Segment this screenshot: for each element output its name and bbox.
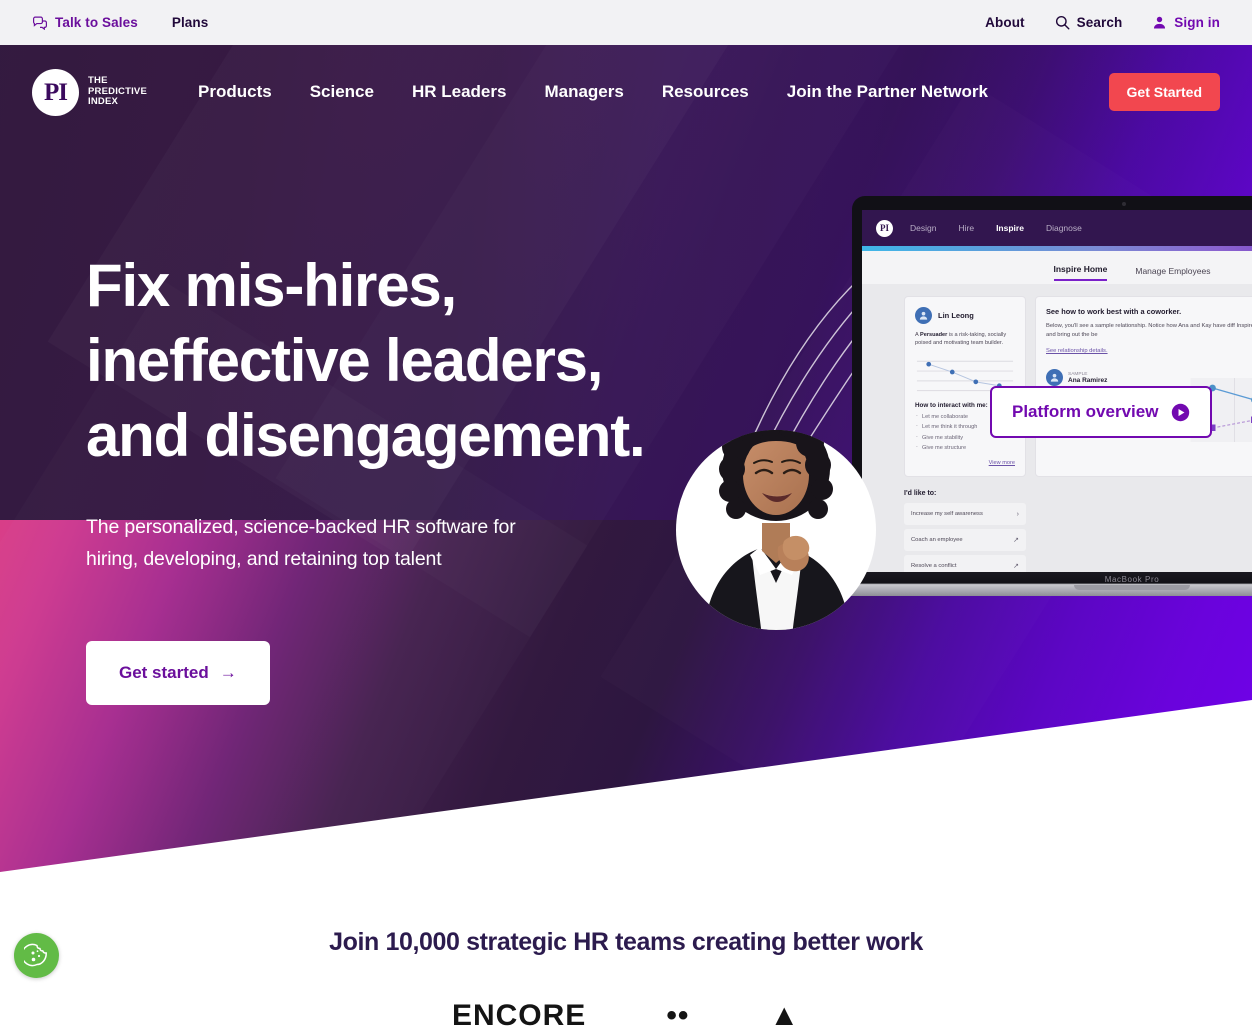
cookie-consent-button[interactable]: [14, 933, 59, 978]
hero-copy: Fix mis-hires, ineffective leaders, and …: [86, 248, 726, 705]
nav-item-managers[interactable]: Managers: [525, 72, 642, 112]
nav-item-hr-leaders[interactable]: HR Leaders: [393, 72, 525, 112]
coworker-paragraph: Below, you'll see a sample relationship.…: [1046, 322, 1252, 339]
action-label: Increase my self awareness: [911, 511, 983, 517]
sign-in-link[interactable]: Sign in: [1152, 15, 1220, 30]
interact-item: Give me structure: [915, 445, 1015, 451]
search-link[interactable]: Search: [1055, 15, 1123, 30]
logo-line-1: THE: [88, 75, 108, 86]
laptop-camera-icon: [1122, 202, 1126, 206]
action-item[interactable]: Coach an employee ↗: [904, 529, 1026, 551]
arrow-right-icon: →: [220, 663, 237, 683]
logo-wordmark: THE PREDICTIVE INDEX: [88, 76, 147, 108]
utility-left-links: Talk to Sales Plans: [0, 15, 208, 30]
app-tab-inspire[interactable]: Inspire: [996, 223, 1024, 233]
nav-item-products[interactable]: Products: [179, 72, 291, 112]
search-label: Search: [1077, 15, 1123, 30]
plans-link[interactable]: Plans: [172, 15, 209, 30]
site-logo[interactable]: PI THE PREDICTIVE INDEX: [32, 69, 147, 116]
external-link-icon: ↗: [1013, 562, 1019, 570]
play-circle-icon: [1171, 403, 1190, 422]
app-sub-tabs: Inspire Home Manage Employees: [862, 251, 1252, 284]
page-title: Fix mis-hires, ineffective leaders, and …: [86, 248, 726, 473]
laptop-device-label: MacBook Pro: [852, 575, 1252, 584]
app-logo-icon: PI: [876, 220, 893, 237]
logo-line-3: INDEX: [88, 96, 118, 107]
hero-subtitle-line-1: The personalized, science-backed HR soft…: [86, 516, 516, 538]
profile-name-row: Lin Leong: [915, 307, 1015, 324]
hero-title-line-1: Fix mis-hires,: [86, 248, 726, 323]
user-icon: [1152, 15, 1167, 30]
talk-to-sales-link[interactable]: Talk to Sales: [32, 15, 138, 30]
nav-item-science[interactable]: Science: [291, 72, 393, 112]
logo-line-2: PREDICTIVE: [88, 86, 147, 97]
hero-subtitle: The personalized, science-backed HR soft…: [86, 511, 596, 575]
nav-item-resources[interactable]: Resources: [643, 72, 768, 112]
sign-in-label: Sign in: [1174, 15, 1220, 30]
view-more-link[interactable]: View more: [915, 460, 1015, 466]
about-link[interactable]: About: [985, 15, 1024, 30]
customer-logo: ENCORE: [452, 999, 586, 1033]
logo-circle-icon: PI: [32, 69, 79, 116]
cookie-icon: [24, 943, 50, 969]
app-tab-diagnose[interactable]: Diagnose: [1046, 223, 1082, 233]
customer-logo: ▲: [769, 999, 800, 1033]
chat-bubbles-icon: [32, 16, 48, 30]
relationship-chart-title: Relationship: [1176, 369, 1252, 376]
avatar: [1046, 369, 1063, 386]
hero-title-line-2: ineffective leaders,: [86, 323, 726, 398]
platform-overview-label: Platform overview: [1012, 402, 1158, 422]
nav-get-started-button[interactable]: Get Started: [1109, 73, 1220, 111]
profile-description: A Persuader is a risk-taking, socially p…: [915, 331, 1015, 347]
sample-name: Ana Ramirez: [1068, 377, 1107, 384]
hero-get-started-button[interactable]: Get started →: [86, 641, 270, 705]
utility-right-links: About Search Sign in: [985, 15, 1252, 30]
relationship-details-link[interactable]: See relationship details.: [1046, 348, 1108, 354]
search-icon: [1055, 15, 1070, 30]
app-tab-design[interactable]: Design: [910, 223, 936, 233]
action-label: Resolve a conflict: [911, 563, 956, 569]
action-label: Coach an employee: [911, 537, 963, 543]
profile-name: Lin Leong: [938, 311, 974, 320]
app-subtab-inspire-home[interactable]: Inspire Home: [1054, 264, 1108, 281]
app-tab-hire[interactable]: Hire: [958, 223, 974, 233]
social-proof-section: Join 10,000 strategic HR teams creating …: [0, 900, 1252, 1033]
logo-monogram: PI: [44, 80, 67, 105]
avatar: [915, 307, 932, 324]
chart-legend: = Kay: [1176, 449, 1252, 455]
coworker-heading: See how to work best with a coworker.: [1046, 307, 1252, 316]
hero-subtitle-line-2: hiring, developing, and retaining top ta…: [86, 548, 442, 570]
laptop-notch: [1074, 585, 1190, 590]
chevron-right-icon: ›: [1017, 511, 1019, 518]
actions-heading: I'd like to:: [904, 490, 1252, 497]
main-navigation: PI THE PREDICTIVE INDEX Products Science…: [0, 45, 1252, 139]
action-item[interactable]: Increase my self awareness ›: [904, 503, 1026, 525]
app-top-nav: PI Design Hire Inspire Diagnose ACME C: [862, 210, 1252, 246]
social-proof-title: Join 10,000 strategic HR teams creating …: [0, 928, 1252, 957]
nav-links: Products Science HR Leaders Managers Res…: [179, 72, 1007, 112]
platform-overview-button[interactable]: Platform overview: [990, 386, 1212, 438]
customer-logo: ••: [666, 999, 689, 1033]
talk-to-sales-label: Talk to Sales: [55, 15, 138, 30]
hero-title-line-3: and disengagement.: [86, 398, 726, 473]
app-subtab-manage-employees[interactable]: Manage Employees: [1135, 266, 1210, 281]
app-content-area: Lin Leong A Persuader is a risk-taking, …: [862, 284, 1252, 477]
external-link-icon: ↗: [1013, 536, 1019, 544]
hero-cta-label: Get started: [119, 663, 209, 683]
utility-bar: Talk to Sales Plans About Search Sign in: [0, 0, 1252, 45]
nav-item-partner-network[interactable]: Join the Partner Network: [768, 72, 1007, 112]
sample-person: SAMPLE Ana Ramirez: [1046, 369, 1166, 386]
customer-logo-row: ENCORE •• ▲: [0, 999, 1252, 1033]
